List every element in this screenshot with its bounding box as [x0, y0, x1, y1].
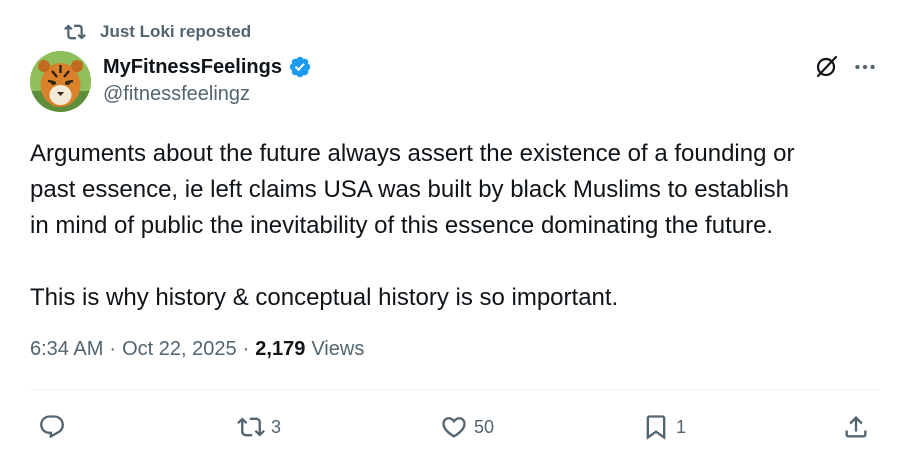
action-bar: 3 50 1 — [0, 408, 904, 446]
reply-button[interactable] — [38, 408, 66, 446]
repost-header: Just Loki reposted — [64, 20, 251, 44]
verified-badge-icon[interactable] — [288, 55, 312, 79]
like-button[interactable]: 50 — [440, 408, 494, 446]
name-row: MyFitnessFeelings — [103, 53, 312, 81]
heart-icon — [440, 413, 468, 441]
meta-separator: · — [109, 338, 117, 360]
meta-separator: · — [242, 338, 250, 360]
repost-icon — [64, 21, 86, 43]
bookmark-count: 1 — [676, 416, 687, 437]
grok-icon[interactable] — [813, 52, 841, 80]
like-count: 50 — [474, 416, 495, 437]
repost-count: 3 — [271, 416, 282, 437]
tweet-meta: 6:34 AM · Oct 22, 2025 · 2,179 Views — [30, 338, 364, 361]
tweet-text: Arguments about the future always assert… — [30, 136, 886, 316]
display-name[interactable]: MyFitnessFeelings — [103, 56, 282, 79]
tweet-line: in mind of public the inevitability of t… — [30, 212, 774, 239]
repost-button[interactable]: 3 — [237, 408, 281, 446]
repost-icon — [237, 413, 265, 441]
bookmark-icon — [642, 413, 670, 441]
avatar[interactable] — [30, 51, 91, 112]
paragraph-break — [30, 244, 886, 280]
share-icon — [842, 413, 870, 441]
handle[interactable]: @fitnessfeelingz — [103, 83, 312, 106]
share-button[interactable] — [842, 408, 870, 446]
more-icon[interactable] — [852, 54, 878, 80]
divider — [30, 389, 880, 390]
tweet-line: This is why history & conceptual history… — [30, 284, 619, 311]
author-block: MyFitnessFeelings @fitnessfeelingz — [103, 53, 312, 106]
tweet-line: Arguments about the future always assert… — [30, 140, 795, 167]
reply-icon — [38, 413, 66, 441]
views-label: Views — [311, 338, 365, 360]
repost-label[interactable]: Just Loki reposted — [100, 22, 251, 42]
views-count[interactable]: 2,179 — [255, 338, 305, 361]
tweet-time[interactable]: 6:34 AM — [30, 338, 103, 361]
tweet-line: past essence, ie left claims USA was bui… — [30, 176, 789, 203]
tweet-date[interactable]: Oct 22, 2025 — [122, 338, 237, 361]
bookmark-button[interactable]: 1 — [642, 408, 686, 446]
